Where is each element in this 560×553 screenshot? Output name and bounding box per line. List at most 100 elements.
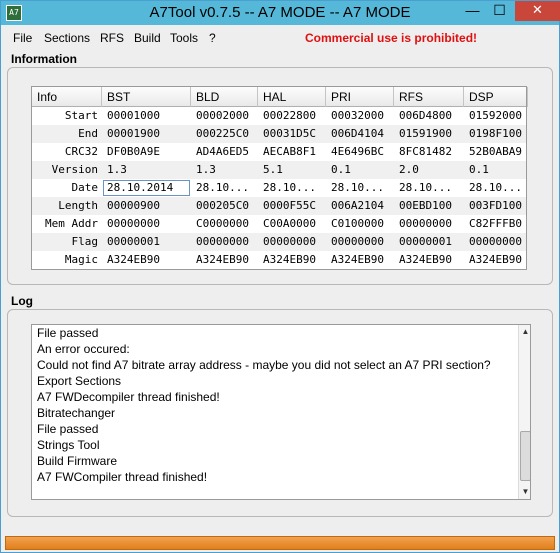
table-cell-pri[interactable]: 006D4104 — [326, 125, 394, 143]
table-cell-bld[interactable]: AD4A6ED5 — [191, 143, 258, 161]
table-cell-hal[interactable]: 00022800 — [258, 107, 326, 125]
table-cell-dsp[interactable]: A324EB90 — [464, 251, 528, 269]
table-cell-bld[interactable]: 28.10... — [191, 179, 258, 197]
table-cell-pri[interactable]: A324EB90 — [326, 251, 394, 269]
table-cell-dsp[interactable]: 52B0ABA9 — [464, 143, 528, 161]
table-cell-pri[interactable]: 006A2104 — [326, 197, 394, 215]
table-cell-bld[interactable]: 000225C0 — [191, 125, 258, 143]
table-cell-rfs[interactable]: 8FC81482 — [394, 143, 464, 161]
table-cell-bld[interactable]: A324EB90 — [191, 251, 258, 269]
table-cell-bst[interactable]: 00001000 — [102, 107, 191, 125]
table-cell-hal[interactable]: AECAB8F1 — [258, 143, 326, 161]
table-cell-pri[interactable]: C0100000 — [326, 215, 394, 233]
table-cell-dsp[interactable]: 003FD100 — [464, 197, 528, 215]
table-cell-rfs[interactable]: 2.0 — [394, 161, 464, 179]
table-cell-bst[interactable]: 00001900 — [102, 125, 191, 143]
menu-sections[interactable]: Sections — [44, 31, 90, 45]
log-line: Could not find A7 bitrate array address … — [37, 358, 491, 372]
table-cell-bld[interactable]: 000205C0 — [191, 197, 258, 215]
table-cell-dsp[interactable]: 0.1 — [464, 161, 528, 179]
column-header-hal[interactable]: HAL — [258, 87, 326, 107]
table-cell-rfs[interactable]: 006D4800 — [394, 107, 464, 125]
table-body: Start 00001000 00002000 00022800 00032000 006… — [32, 107, 526, 269]
table-row[interactable]: Mem Addr 00000000 C0000000 C00A0000 C0100000… — [32, 215, 526, 233]
table-cell-rfs[interactable]: 00EBD100 — [394, 197, 464, 215]
table-row[interactable]: Start 00001000 00002000 00022800 00032000 006… — [32, 107, 526, 125]
information-table: Info BST BLD HAL PRI RFS DSP Start 000010… — [31, 86, 528, 270]
table-cell-hal[interactable]: 0000F55C — [258, 197, 326, 215]
scroll-up-arrow-icon[interactable]: ▲ — [519, 325, 530, 338]
table-cell-dsp[interactable]: 00000000 — [464, 233, 528, 251]
table-cell-bld[interactable]: 1.3 — [191, 161, 258, 179]
log-line: A7 FWDecompiler thread finished! — [37, 390, 220, 404]
log-scrollbar[interactable]: ▲ ▼ — [518, 325, 530, 499]
row-label: Start — [64, 109, 98, 122]
table-cell-bld[interactable]: 00000000 — [191, 233, 258, 251]
table-cell-hal[interactable]: C00A0000 — [258, 215, 326, 233]
table-cell-bld[interactable]: 00002000 — [191, 107, 258, 125]
table-cell-rfs[interactable]: 00000000 — [394, 215, 464, 233]
table-header: Info BST BLD HAL PRI RFS DSP — [32, 87, 528, 107]
column-header-bld[interactable]: BLD — [191, 87, 258, 107]
row-label: Date — [71, 181, 99, 194]
menu-tools[interactable]: Tools — [170, 31, 198, 45]
column-header-bst[interactable]: BST — [102, 87, 191, 107]
table-cell-bld[interactable]: C0000000 — [191, 215, 258, 233]
table-row[interactable]: Date 28.10.2014 28.10... 28.10... 28.10... 28… — [32, 179, 526, 197]
maximize-button[interactable]: ☐ — [486, 1, 513, 21]
table-cell-rfs[interactable]: 28.10... — [394, 179, 464, 197]
table-cell-rfs[interactable]: 00000001 — [394, 233, 464, 251]
log-line: Build Firmware — [37, 454, 118, 468]
table-cell-bst[interactable]: DF0B0A9E — [102, 143, 191, 161]
log-line: An error occured: — [37, 342, 130, 356]
table-cell-dsp[interactable]: C82FFFB0 — [464, 215, 528, 233]
table-cell-hal[interactable]: A324EB90 — [258, 251, 326, 269]
table-cell-pri[interactable]: 00032000 — [326, 107, 394, 125]
table-cell-dsp[interactable]: 01592000 — [464, 107, 528, 125]
table-cell-hal[interactable]: 28.10... — [258, 179, 326, 197]
table-cell-bst[interactable]: 00000000 — [102, 215, 191, 233]
table-cell-bst[interactable]: 00000001 — [102, 233, 191, 251]
table-cell-pri[interactable]: 28.10... — [326, 179, 394, 197]
table-cell-bst[interactable]: A324EB90 — [102, 251, 191, 269]
menu-help[interactable]: ? — [209, 31, 216, 45]
column-header-pri[interactable]: PRI — [326, 87, 394, 107]
table-row[interactable]: Version 1.3 1.3 5.1 0.1 2.0 0.1 — [32, 161, 526, 179]
menu-build[interactable]: Build — [134, 31, 161, 45]
scroll-down-arrow-icon[interactable]: ▼ — [519, 485, 530, 498]
table-cell-rfs[interactable]: A324EB90 — [394, 251, 464, 269]
column-header-rfs[interactable]: RFS — [394, 87, 464, 107]
table-cell-bst[interactable]: 28.10.2014 — [102, 179, 191, 197]
table-row[interactable]: Length 00000900 000205C0 0000F55C 006A2104 00… — [32, 197, 526, 215]
table-row[interactable]: CRC32 DF0B0A9E AD4A6ED5 AECAB8F1 4E6496BC 8FC… — [32, 143, 526, 161]
table-cell-hal[interactable]: 5.1 — [258, 161, 326, 179]
table-cell-pri[interactable]: 4E6496BC — [326, 143, 394, 161]
menu-rfs[interactable]: RFS — [100, 31, 124, 45]
commercial-warning: Commercial use is prohibited! — [305, 31, 478, 45]
minimize-button[interactable]: — — [459, 1, 486, 21]
menu-file[interactable]: File — [13, 31, 32, 45]
close-button[interactable]: ✕ — [515, 1, 560, 21]
table-cell-hal[interactable]: 00031D5C — [258, 125, 326, 143]
row-label: Flag — [71, 235, 99, 248]
table-cell-bst[interactable]: 00000900 — [102, 197, 191, 215]
table-cell-dsp[interactable]: 0198F100 — [464, 125, 528, 143]
column-header-info[interactable]: Info — [32, 87, 102, 107]
table-cell-hal[interactable]: 00000000 — [258, 233, 326, 251]
scroll-thumb[interactable] — [520, 431, 530, 481]
table-cell-bst[interactable]: 1.3 — [102, 161, 191, 179]
log-lines: File passed An error occured: Could not fi… — [32, 325, 530, 485]
table-row[interactable]: End 00001900 000225C0 00031D5C 006D4104 01591… — [32, 125, 526, 143]
table-cell-pri[interactable]: 00000000 — [326, 233, 394, 251]
title-bar[interactable]: A7 A7Tool v0.7.5 -- A7 MODE -- A7 MODE —… — [1, 1, 560, 25]
table-row[interactable]: Flag 00000001 00000000 00000000 00000000 0000… — [32, 233, 526, 251]
information-section-title: Information — [11, 52, 77, 66]
table-cell-pri[interactable]: 0.1 — [326, 161, 394, 179]
log-output[interactable]: File passed An error occured: Could not fi… — [31, 324, 531, 500]
table-cell-dsp[interactable]: 28.10... — [464, 179, 528, 197]
row-label: Version — [51, 163, 98, 176]
table-row[interactable]: Magic A324EB90 A324EB90 A324EB90 A324EB90 A32… — [32, 251, 526, 269]
column-header-dsp[interactable]: DSP — [464, 87, 528, 107]
row-label: CRC32 — [64, 145, 98, 158]
table-cell-rfs[interactable]: 01591900 — [394, 125, 464, 143]
